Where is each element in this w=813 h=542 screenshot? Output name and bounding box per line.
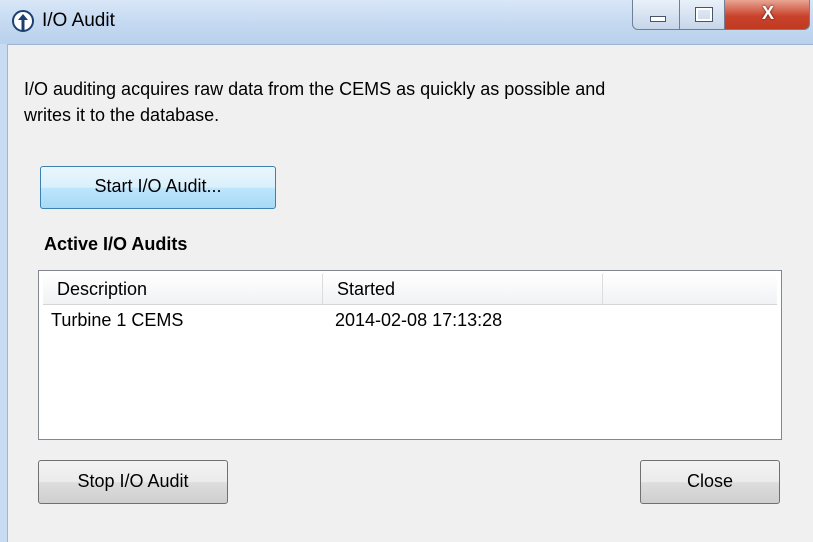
- column-header-started[interactable]: Started: [323, 274, 603, 304]
- minimize-button[interactable]: [632, 0, 680, 30]
- start-audit-button[interactable]: Start I/O Audit...: [40, 166, 276, 209]
- app-info-icon: [12, 10, 34, 32]
- title-bar[interactable]: I/O Audit X: [0, 0, 813, 45]
- stop-audit-button[interactable]: Stop I/O Audit: [38, 460, 228, 504]
- active-audits-list[interactable]: Description Started Turbine 1 CEMS 2014-…: [38, 270, 782, 440]
- close-window-button[interactable]: X: [724, 0, 810, 30]
- list-item[interactable]: Turbine 1 CEMS 2014-02-08 17:13:28: [43, 307, 777, 333]
- audit-description: Turbine 1 CEMS: [51, 310, 184, 330]
- window-title: I/O Audit: [42, 10, 115, 31]
- maximize-icon: [695, 7, 713, 22]
- close-icon: X: [761, 3, 774, 23]
- column-header-description[interactable]: Description: [43, 274, 323, 304]
- active-audits-label: Active I/O Audits: [44, 234, 188, 254]
- column-header-empty[interactable]: [603, 274, 777, 304]
- audit-started: 2014-02-08 17:13:28: [335, 310, 503, 330]
- window-frame: [0, 44, 8, 542]
- description-text: I/O auditing acquires raw data from the …: [24, 79, 606, 125]
- close-button[interactable]: Close: [640, 460, 780, 504]
- minimize-icon: [650, 16, 666, 22]
- list-header: Description Started: [43, 274, 777, 305]
- maximize-button[interactable]: [679, 0, 725, 30]
